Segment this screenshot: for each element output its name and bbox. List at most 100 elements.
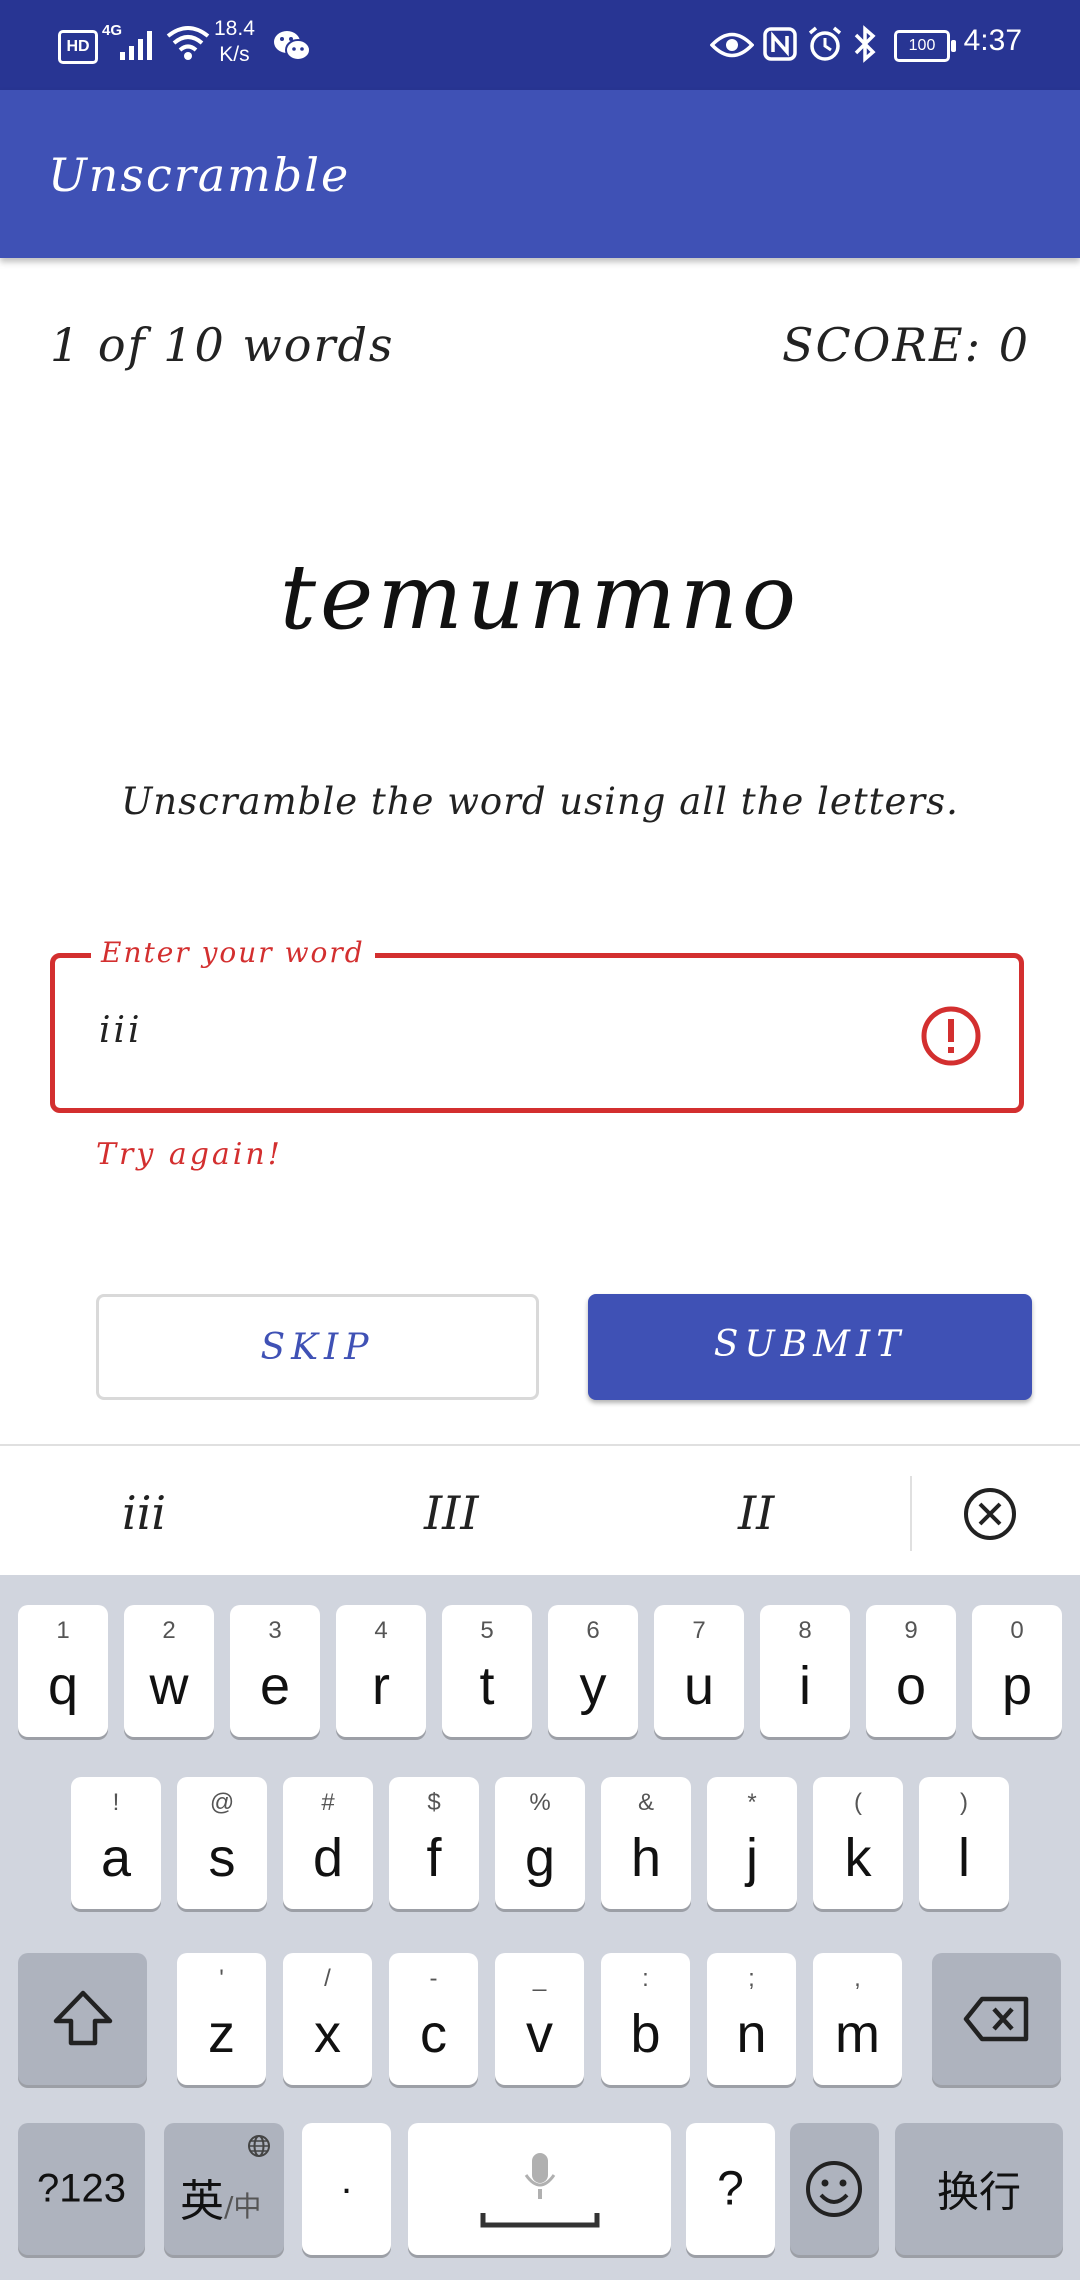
hd-indicator: HD xyxy=(58,30,98,64)
language-key[interactable]: 英/中 xyxy=(164,2123,284,2255)
key-label: t xyxy=(479,1656,495,1716)
key-j[interactable]: * j xyxy=(707,1777,797,1909)
key-i[interactable]: 8i xyxy=(760,1605,850,1737)
key-b[interactable]: :b xyxy=(601,1953,690,2085)
key-secondary-label: 3 xyxy=(268,1617,282,1644)
key-e[interactable]: 3e xyxy=(230,1605,320,1737)
key-secondary-label: / xyxy=(324,1965,331,1992)
dot-key[interactable]: · xyxy=(302,2123,391,2255)
wifi-icon xyxy=(166,26,210,60)
skip-button[interactable]: SKIP xyxy=(96,1294,539,1400)
key-s[interactable]: @ s xyxy=(177,1777,267,1909)
key-t[interactable]: 5t xyxy=(442,1605,532,1737)
key-x[interactable]: / x xyxy=(283,1953,372,2085)
app-title: Unscramble xyxy=(48,148,351,202)
clock: 4:37 xyxy=(963,24,1022,57)
key-v[interactable]: _ v xyxy=(495,1953,584,2085)
key-label: b xyxy=(630,2004,661,2064)
language-sub: /中 xyxy=(224,2190,262,2223)
key-n[interactable]: ; n xyxy=(707,1953,796,2085)
symbols-key[interactable]: ?123 xyxy=(18,2123,145,2255)
key-label: a xyxy=(100,1828,132,1888)
key-secondary-label: # xyxy=(321,1789,335,1816)
key-secondary-label: : xyxy=(642,1965,649,1992)
key-label: m xyxy=(835,2004,880,2064)
symbols-key-label: ?123 xyxy=(37,2166,126,2211)
key-label: u xyxy=(683,1656,715,1716)
suggestion-bar: iii III II xyxy=(0,1444,1080,1577)
shift-key[interactable] xyxy=(18,1953,147,2085)
status-bar: HD 4G 18.4 K/s 100 4:37 xyxy=(0,0,1080,90)
question-key-label: ? xyxy=(717,2162,744,2216)
key-m[interactable]: ,m xyxy=(813,1953,902,2085)
key-secondary-label: 0 xyxy=(1010,1617,1024,1644)
key-q[interactable]: 1q xyxy=(18,1605,108,1737)
alarm-icon xyxy=(808,26,842,61)
word-input[interactable]: iii xyxy=(99,1010,143,1051)
key-p[interactable]: 0p xyxy=(972,1605,1062,1737)
input-label: Enter your word xyxy=(91,936,375,969)
key-label: p xyxy=(1001,1656,1033,1716)
key-label: f xyxy=(426,1828,442,1888)
key-l[interactable]: ) l xyxy=(919,1777,1009,1909)
dot-key-label: · xyxy=(339,2166,354,2211)
key-g[interactable]: % g xyxy=(495,1777,585,1909)
error-message: Try again! xyxy=(96,1137,283,1172)
network-speed: 18.4 K/s xyxy=(214,17,255,66)
keyboard: 1q2w3e4r5t6y7u8i9o0p ! a @ s # d $ f% g & h * j(k) l … xyxy=(0,1575,1080,2280)
backspace-key[interactable] xyxy=(932,1953,1061,2085)
bluetooth-icon xyxy=(854,25,876,63)
app-bar: Unscramble xyxy=(0,90,1080,258)
key-label: z xyxy=(208,2004,235,2064)
key-secondary-label: 1 xyxy=(56,1617,70,1644)
key-k[interactable]: (k xyxy=(813,1777,903,1909)
key-label: v xyxy=(526,2004,553,2064)
key-secondary-label: , xyxy=(854,1965,861,1992)
close-suggestions-icon[interactable] xyxy=(962,1486,1018,1542)
emoji-key[interactable] xyxy=(790,2123,879,2255)
key-w[interactable]: 2w xyxy=(124,1605,214,1737)
key-label: c xyxy=(420,2004,447,2064)
suggestion-item[interactable]: III xyxy=(424,1486,479,1540)
scrambled-word: temunmno xyxy=(279,545,801,650)
instructions: Unscramble the word using all the letter… xyxy=(121,780,959,823)
key-d[interactable]: # d xyxy=(283,1777,373,1909)
key-y[interactable]: 6y xyxy=(548,1605,638,1737)
divider xyxy=(910,1476,912,1551)
backspace-icon xyxy=(963,1996,1029,2042)
key-secondary-label: & xyxy=(637,1789,654,1816)
key-f[interactable]: $ f xyxy=(389,1777,479,1909)
key-secondary-label: 5 xyxy=(480,1617,494,1644)
key-z[interactable]: ' z xyxy=(177,1953,266,2085)
enter-key[interactable]: 换行 xyxy=(895,2123,1063,2255)
key-r[interactable]: 4r xyxy=(336,1605,426,1737)
suggestion-item[interactable]: II xyxy=(738,1486,774,1540)
key-label: q xyxy=(47,1656,79,1716)
key-u[interactable]: 7u xyxy=(654,1605,744,1737)
key-label: n xyxy=(736,2004,767,2064)
key-label: x xyxy=(314,2004,341,2064)
question-key[interactable]: ? xyxy=(686,2123,775,2255)
suggestion-item[interactable]: iii xyxy=(122,1486,166,1540)
key-secondary-label: ) xyxy=(960,1789,968,1816)
nfc-icon xyxy=(763,27,797,61)
key-secondary-label: - xyxy=(429,1965,438,1992)
key-h[interactable]: & h xyxy=(601,1777,691,1909)
key-secondary-label: ; xyxy=(748,1965,755,1992)
key-o[interactable]: 9o xyxy=(866,1605,956,1737)
space-key[interactable] xyxy=(408,2123,671,2255)
submit-button[interactable]: SUBMIT xyxy=(588,1294,1032,1400)
key-label: j xyxy=(746,1828,758,1888)
language-main: 英 xyxy=(180,2176,224,2227)
key-c[interactable]: -c xyxy=(389,1953,478,2085)
key-label: r xyxy=(372,1656,390,1716)
key-a[interactable]: ! a xyxy=(71,1777,161,1909)
key-secondary-label: 9 xyxy=(904,1617,918,1644)
error-icon xyxy=(921,1006,981,1066)
key-label: s xyxy=(208,1828,236,1888)
key-secondary-label: 6 xyxy=(586,1617,600,1644)
key-secondary-label: 8 xyxy=(798,1617,812,1644)
word-input-field[interactable]: Enter your word iii xyxy=(50,936,1024,1113)
enter-key-label: 换行 xyxy=(936,2167,1021,2217)
key-secondary-label: 2 xyxy=(162,1617,176,1644)
